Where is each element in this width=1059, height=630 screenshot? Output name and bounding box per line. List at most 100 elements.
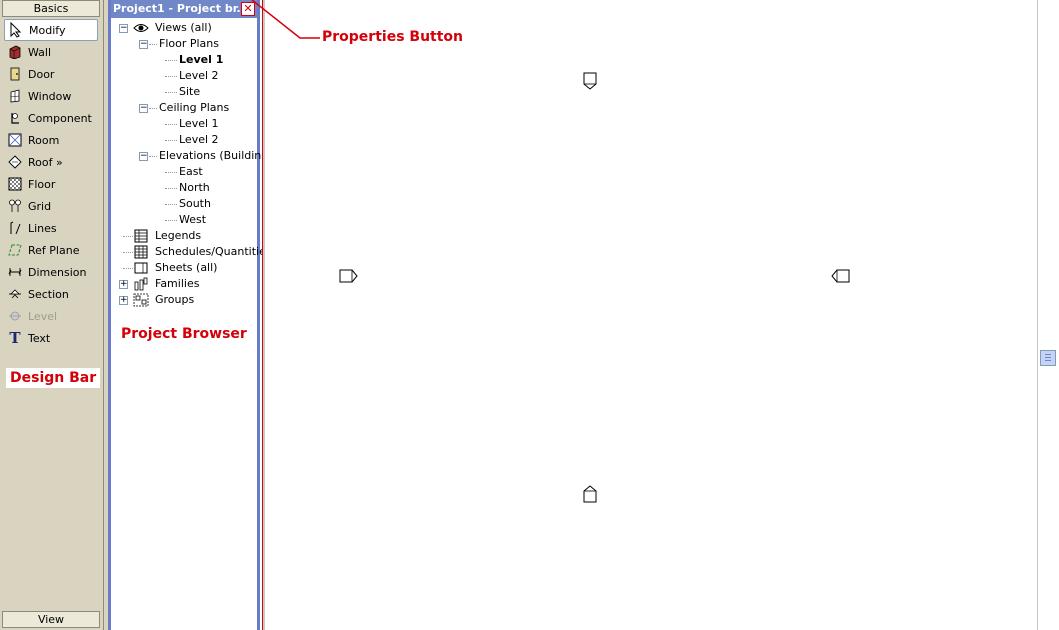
tool-label: Roof » (28, 155, 63, 169)
tool-window[interactable]: Window (4, 85, 98, 107)
tool-label: Wall (28, 45, 52, 59)
project-browser-caption: Project Browser (121, 326, 247, 342)
arrow-cursor-icon (8, 22, 24, 38)
tree-node-ceiling-plan-level-2[interactable]: Level 2 (111, 132, 257, 148)
tree-label: Ceiling Plans (159, 101, 230, 114)
tool-label: Modify (29, 23, 66, 37)
tool-label: Dimension (28, 265, 87, 279)
tree-label: East (179, 165, 203, 178)
expand-icon[interactable]: + (119, 296, 128, 305)
tool-ref-plane[interactable]: Ref Plane (4, 239, 98, 261)
tool-wall[interactable]: Wall (4, 41, 98, 63)
floor-icon (7, 176, 23, 192)
elevation-marker-west[interactable] (338, 268, 360, 284)
window-icon (7, 88, 23, 104)
tree-node-floor-plan-level-2[interactable]: Level 2 (111, 68, 257, 84)
collapse-icon[interactable]: − (139, 104, 148, 113)
tree-node-views[interactable]: − Views (all) (111, 20, 257, 36)
tree-node-floor-plan-site[interactable]: Site (111, 84, 257, 100)
tree-label: South (179, 197, 211, 210)
expand-icon[interactable]: + (119, 280, 128, 289)
tool-label: Grid (28, 199, 52, 213)
tool-label: Ref Plane (28, 243, 80, 257)
tool-label: Level (28, 309, 58, 323)
tree-node-floor-plans[interactable]: − Floor Plans (111, 36, 257, 52)
elevation-marker-south[interactable] (582, 484, 598, 504)
tool-label: Section (28, 287, 69, 301)
design-bar: Basics Modify Wall Door Window Component… (0, 0, 104, 630)
collapse-icon[interactable]: − (139, 152, 148, 161)
design-bar-caption: Design Bar (6, 368, 101, 388)
elevation-marker-north[interactable] (582, 71, 598, 91)
tree-node-elevations[interactable]: − Elevations (Building (111, 148, 268, 164)
tree-label: Families (155, 277, 200, 290)
tree-node-legends[interactable]: Legends (111, 228, 257, 244)
section-icon (7, 286, 23, 302)
table-icon (133, 229, 149, 243)
tree-node-schedules[interactable]: Schedules/Quantitie (111, 244, 266, 260)
tree-node-families[interactable]: + Families (111, 276, 257, 292)
tree-label: North (179, 181, 210, 194)
grid-icon (7, 198, 23, 214)
tool-modify[interactable]: Modify (4, 19, 98, 41)
tool-label: Text (28, 331, 51, 345)
project-browser: Project1 - Project br... ✕ − Views (all)… (108, 0, 268, 630)
design-bar-tab-basics[interactable]: Basics (2, 0, 100, 17)
tool-lines[interactable]: Lines (4, 217, 98, 239)
tree-label: Level 2 (179, 69, 219, 82)
tree-node-elevation-east[interactable]: East (111, 164, 257, 180)
tree-node-floor-plan-level-1[interactable]: Level 1 (111, 52, 257, 68)
tool-label: Room (28, 133, 60, 147)
tool-label: Component (28, 111, 92, 125)
families-icon (133, 277, 149, 291)
dimension-icon (7, 264, 23, 280)
tree-label: Views (all) (155, 21, 212, 34)
tree-node-elevation-south[interactable]: South (111, 196, 257, 212)
tree-node-groups[interactable]: + Groups (111, 292, 257, 308)
tree-node-ceiling-plan-level-1[interactable]: Level 1 (111, 116, 257, 132)
properties-button-caption: Properties Button (322, 29, 464, 45)
groups-icon (133, 293, 149, 307)
tree-label: Sheets (all) (155, 261, 218, 274)
door-icon (7, 66, 23, 82)
tree-label: Level 1 (179, 53, 224, 66)
ref-plane-icon (7, 242, 23, 258)
collapse-icon[interactable]: − (119, 24, 128, 33)
design-bar-tab-view[interactable]: View (2, 611, 100, 628)
tool-room[interactable]: Room (4, 129, 98, 151)
text-icon: T (9, 329, 21, 347)
tool-floor[interactable]: Floor (4, 173, 98, 195)
tool-label: Window (28, 89, 72, 103)
collapse-icon[interactable]: − (139, 40, 148, 49)
tree-label: Legends (155, 229, 202, 242)
tool-grid[interactable]: Grid (4, 195, 98, 217)
tool-component[interactable]: Component (4, 107, 98, 129)
tree-node-sheets[interactable]: Sheets (all) (111, 260, 257, 276)
eye-icon (133, 21, 149, 35)
drawing-area[interactable] (263, 0, 1037, 630)
tool-section[interactable]: Section (4, 283, 98, 305)
tool-label: Lines (28, 221, 57, 235)
elevation-marker-east[interactable] (829, 268, 851, 284)
tree-label: Elevations (Building (159, 149, 269, 162)
tool-roof[interactable]: Roof » (4, 151, 98, 173)
project-browser-title[interactable]: Project1 - Project br... (111, 0, 257, 18)
tool-level: Level (4, 305, 98, 327)
component-icon (7, 110, 23, 126)
tree-label: Schedules/Quantitie (155, 245, 266, 258)
schedule-icon (133, 245, 149, 259)
tree-node-elevation-north[interactable]: North (111, 180, 257, 196)
sheet-icon (133, 261, 149, 275)
vertical-scrollbar[interactable] (1037, 0, 1059, 630)
tree-node-ceiling-plans[interactable]: − Ceiling Plans (111, 100, 257, 116)
project-browser-tree: − Views (all) − Floor Plans Level 1 Leve… (111, 20, 268, 308)
lines-icon (7, 220, 23, 236)
tree-label: Site (179, 85, 201, 98)
scrollbar-thumb[interactable] (1040, 350, 1056, 366)
tree-node-elevation-west[interactable]: West (111, 212, 257, 228)
wall-icon (7, 44, 23, 60)
tool-text[interactable]: T Text (4, 327, 98, 349)
level-icon (7, 308, 23, 324)
tool-dimension[interactable]: Dimension (4, 261, 98, 283)
tool-door[interactable]: Door (4, 63, 98, 85)
